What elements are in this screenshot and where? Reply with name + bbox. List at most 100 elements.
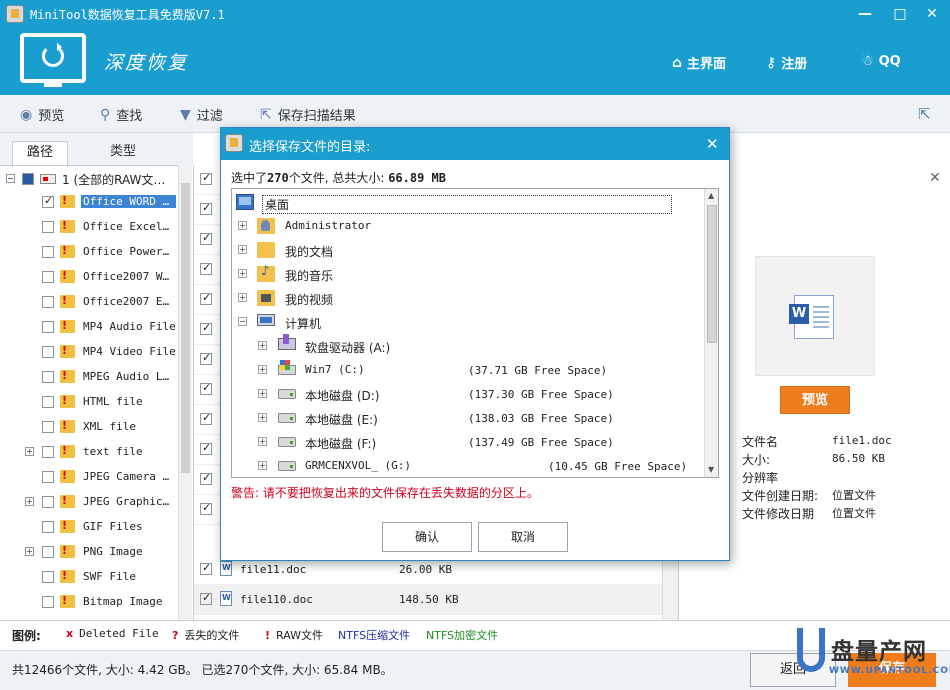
row-checkbox[interactable] <box>200 591 212 605</box>
confirm-button[interactable]: 确认 <box>382 522 472 552</box>
row-checkbox[interactable] <box>200 291 212 305</box>
row-checkbox[interactable] <box>200 501 212 515</box>
dialog-close-icon[interactable]: ✕ <box>706 135 719 153</box>
preview-button[interactable]: 预览 <box>780 386 850 414</box>
tree-item[interactable]: + JPEG Graphic… <box>0 491 178 513</box>
tree-item[interactable]: + PNG Image <box>0 541 178 563</box>
tree-item-drive-c[interactable]: + Win7 (C:) (37.71 GB Free Space) <box>232 359 702 381</box>
expand-icon[interactable]: + <box>238 293 247 302</box>
expand-icon[interactable]: + <box>25 497 34 506</box>
tree-item-checkbox[interactable] <box>42 221 54 233</box>
tree-item[interactable]: MPEG Audio L… <box>0 366 178 388</box>
tree-item-drive-g[interactable]: + GRMCENXVOL_ (G:) (10.45 GB Free Space) <box>232 455 702 477</box>
tree-item-documents[interactable]: + 我的文档 <box>232 239 702 261</box>
tree-item-desktop[interactable]: 桌面 <box>232 191 702 214</box>
scroll-up-icon[interactable]: ▲ <box>708 191 714 200</box>
tree-item[interactable]: Office Excel… <box>0 216 178 238</box>
tree-item-checkbox[interactable] <box>42 371 54 383</box>
tree-item-checkbox[interactable] <box>42 546 54 558</box>
preview-tool-button[interactable]: ◉ 预览 <box>20 105 64 125</box>
tree-item-checkbox[interactable] <box>42 296 54 308</box>
expand-icon[interactable]: + <box>238 245 247 254</box>
tree-item[interactable]: + text file <box>0 441 178 463</box>
tree-item-checkbox[interactable] <box>42 271 54 283</box>
nav-home[interactable]: ⌂ 主界面 <box>672 53 726 73</box>
expand-icon[interactable]: + <box>258 413 267 422</box>
row-checkbox[interactable] <box>200 351 212 365</box>
tree-item-checkbox[interactable] <box>42 346 54 358</box>
tree-item-checkbox[interactable] <box>42 446 54 458</box>
row-checkbox[interactable] <box>200 321 212 335</box>
tab-type[interactable]: 类型 <box>96 141 150 165</box>
row-checkbox[interactable] <box>200 561 212 575</box>
tree-item-drive-e[interactable]: + 本地磁盘 (E:) (138.03 GB Free Space) <box>232 407 702 429</box>
row-checkbox[interactable] <box>200 261 212 275</box>
tree-item-checkbox[interactable] <box>42 521 54 533</box>
row-checkbox[interactable] <box>200 441 212 455</box>
tree-item-checkbox[interactable] <box>42 396 54 408</box>
tree-item-music[interactable]: + 我的音乐 <box>232 263 702 285</box>
tree-item[interactable]: GIF Files <box>0 516 178 538</box>
row-checkbox[interactable] <box>200 171 212 185</box>
share-export-icon[interactable]: ⇱ <box>918 105 931 123</box>
tree-item[interactable]: MP4 Video File <box>0 341 178 363</box>
tree-item-checkbox[interactable] <box>42 246 54 258</box>
filter-button[interactable]: ▼ 过滤 <box>180 105 223 125</box>
tree-item-computer[interactable]: − 计算机 <box>232 311 702 333</box>
tree-item[interactable]: Office2007 W… <box>0 266 178 288</box>
tree-item-drive-a[interactable]: + 软盘驱动器 (A:) <box>232 334 702 357</box>
table-row[interactable]: file110.doc 148.50 KB <box>194 585 662 615</box>
row-checkbox[interactable] <box>200 471 212 485</box>
expand-icon[interactable]: + <box>238 221 247 230</box>
tree-item[interactable]: Office WORD … <box>0 191 178 213</box>
find-button[interactable]: ⚲ 查找 <box>100 105 142 125</box>
expand-icon[interactable]: + <box>258 461 267 470</box>
expand-icon[interactable]: + <box>258 365 267 374</box>
tree-item-checkbox[interactable] <box>42 496 54 508</box>
maximize-button[interactable]: □ <box>886 4 914 24</box>
expand-icon[interactable]: + <box>258 389 267 398</box>
row-checkbox[interactable] <box>200 411 212 425</box>
tree-item-administrator[interactable]: + Administrator <box>232 215 702 237</box>
tree-root[interactable]: − 1 (全部的RAW文… <box>0 170 178 188</box>
minimize-button[interactable]: — <box>851 4 879 24</box>
scroll-down-icon[interactable]: ▼ <box>708 465 714 474</box>
tree-item[interactable]: HTML file <box>0 391 178 413</box>
row-checkbox[interactable] <box>200 201 212 215</box>
tree-item-checkbox[interactable] <box>42 571 54 583</box>
expand-icon[interactable]: + <box>25 447 34 456</box>
collapse-icon[interactable]: − <box>238 317 247 326</box>
close-icon[interactable]: ✕ <box>929 170 941 186</box>
scroll-thumb[interactable] <box>181 183 190 473</box>
root-checkbox[interactable] <box>22 173 34 185</box>
tree-item-drive-d[interactable]: + 本地磁盘 (D:) (137.30 GB Free Space) <box>232 383 702 405</box>
tree-item[interactable]: SWF File <box>0 566 178 588</box>
tree-item[interactable]: XML file <box>0 416 178 438</box>
expand-icon[interactable]: + <box>238 269 247 278</box>
tree-item-drive-f[interactable]: + 本地磁盘 (F:) (137.49 GB Free Space) <box>232 431 702 453</box>
tree-item-checkbox[interactable] <box>42 321 54 333</box>
scroll-thumb[interactable] <box>707 205 717 343</box>
expand-icon[interactable]: + <box>258 341 267 350</box>
save-scan-button[interactable]: ⇱ 保存扫描结果 <box>260 105 356 125</box>
nav-qq[interactable]: ☃ QQ <box>861 53 901 69</box>
tree-item[interactable]: MP4 Audio File <box>0 316 178 338</box>
cancel-button[interactable]: 取消 <box>478 522 568 552</box>
directory-scrollbar[interactable]: ▲ ▼ <box>704 189 718 477</box>
tree-scrollbar[interactable] <box>178 165 192 620</box>
collapse-icon[interactable]: − <box>6 174 15 183</box>
tree-item-checkbox[interactable] <box>42 194 54 208</box>
tree-item[interactable]: Office2007 E… <box>0 291 178 313</box>
tree-item-checkbox[interactable] <box>42 596 54 608</box>
tree-item-videos[interactable]: + 我的视频 <box>232 287 702 309</box>
tree-item[interactable]: Bitmap Image <box>0 591 178 613</box>
tree-item[interactable]: Office Power… <box>0 241 178 263</box>
nav-register[interactable]: ⚷ 注册 <box>766 53 807 73</box>
expand-icon[interactable]: + <box>258 437 267 446</box>
expand-icon[interactable]: + <box>25 547 34 556</box>
close-button[interactable]: ✕ <box>918 4 946 24</box>
row-checkbox[interactable] <box>200 381 212 395</box>
tab-path[interactable]: 路径 <box>12 141 69 165</box>
tree-item-checkbox[interactable] <box>42 421 54 433</box>
row-checkbox[interactable] <box>200 231 212 245</box>
